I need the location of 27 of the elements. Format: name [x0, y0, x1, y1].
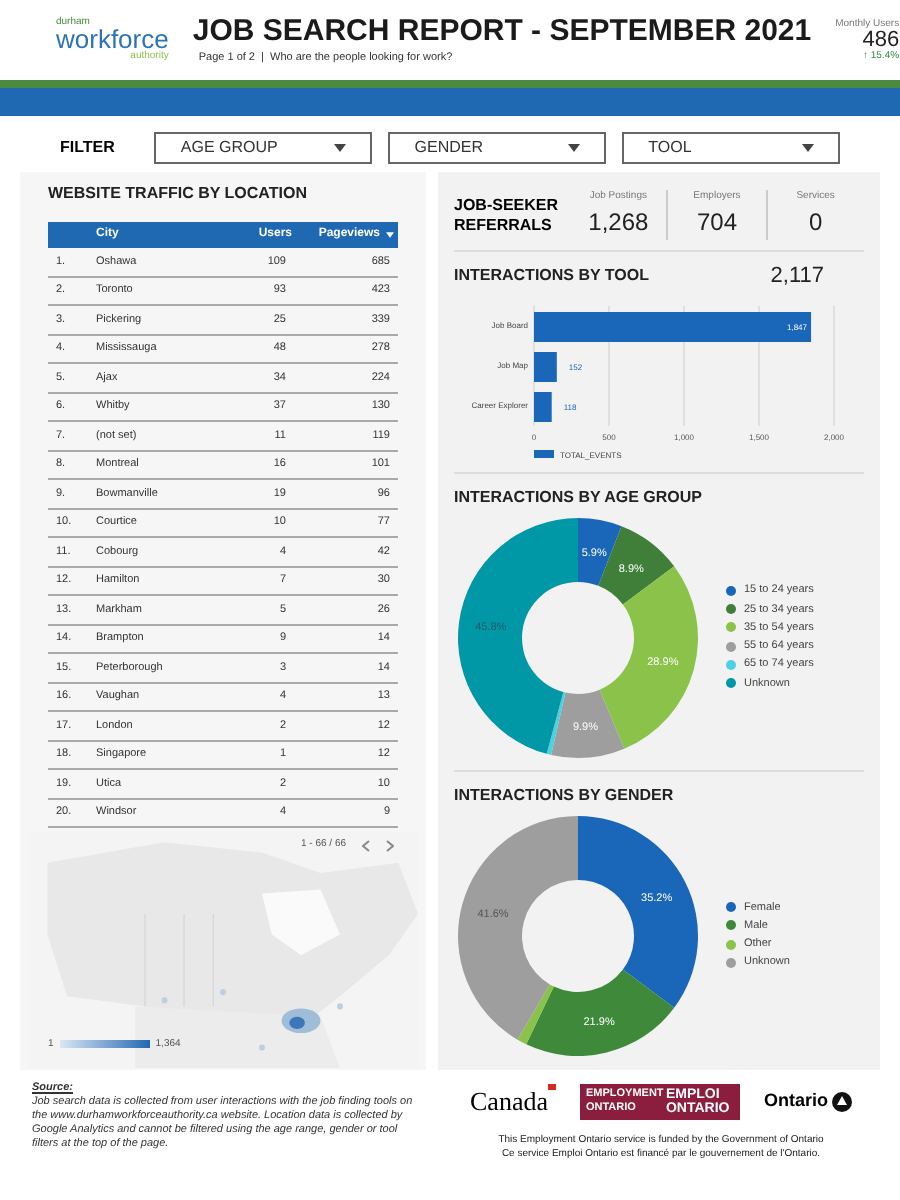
filter-label: FILTER	[60, 135, 115, 159]
canada-wordmark: Canada	[470, 1082, 556, 1121]
section-title: JOB-SEEKER REFERRALS	[454, 195, 561, 235]
report-title: JOB SEARCH REPORT - SEPTEMBER 2021	[192, 13, 812, 50]
filter-dropdown[interactable]: TOOL	[622, 131, 840, 163]
stat-value: 704	[696, 206, 737, 241]
stat-value: 0	[808, 206, 823, 241]
stat-value: 1,268	[588, 206, 649, 241]
section-title: WEBSITE TRAFFIC BY LOCATION	[48, 182, 309, 206]
ontario-wordmark: Ontario	[763, 1088, 828, 1114]
caret-icon	[801, 143, 814, 151]
previous-icon[interactable]	[362, 839, 370, 852]
legend-swatch	[534, 449, 554, 457]
filter-dropdown[interactable]: GENDER	[388, 131, 607, 163]
section-title: INTERACTIONS BY GENDER	[454, 783, 676, 807]
trillium-icon	[832, 1091, 852, 1112]
section-title: INTERACTIONS BY AGE GROUP	[454, 485, 705, 509]
caret-icon	[386, 232, 394, 238]
next-icon[interactable]	[386, 839, 394, 852]
color-scale-bar	[59, 1040, 150, 1049]
section-title: INTERACTIONS BY TOOL	[454, 264, 649, 289]
caret-icon	[568, 143, 581, 151]
stat-value: 486	[862, 29, 900, 51]
total-value: 2,117	[770, 262, 824, 292]
logo-text: workforce	[56, 28, 169, 52]
filter-dropdown[interactable]: AGE GROUP	[154, 131, 373, 163]
caret-icon	[334, 143, 347, 151]
